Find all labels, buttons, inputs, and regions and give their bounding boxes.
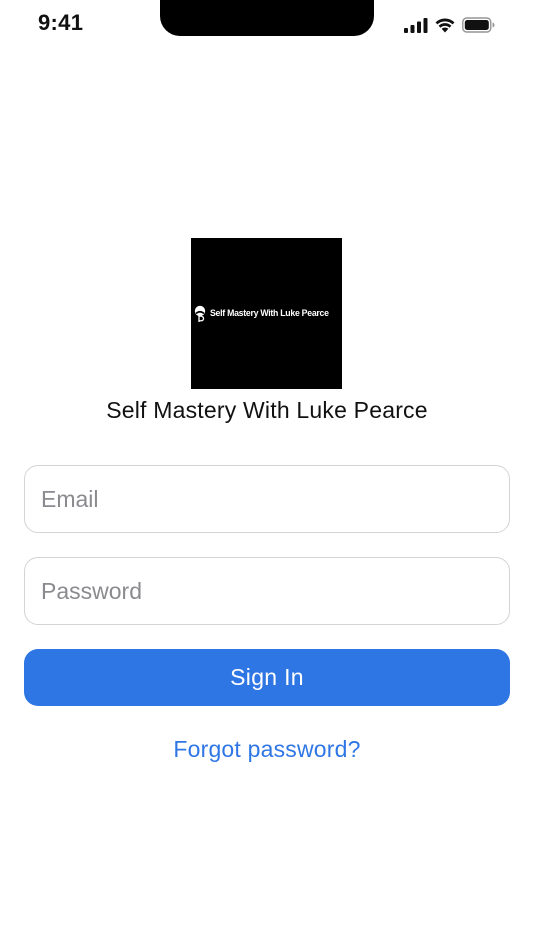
email-field[interactable] [24,465,510,533]
wifi-icon [434,17,456,33]
password-field[interactable] [24,557,510,625]
logo-text: Self Mastery With Luke Pearce [210,308,330,319]
logo-mark-icon [195,305,206,322]
cellular-signal-icon [404,17,428,33]
status-time: 9:41 [38,10,84,35]
status-icons [404,14,496,36]
app-title: Self Mastery With Luke Pearce [106,397,428,423]
app-logo: Self Mastery With Luke Pearce [191,238,342,389]
status-bar: 9:41 [0,0,534,50]
forgot-password-link[interactable]: Forgot password? [0,736,534,763]
login-screen: 9:41 Self Mastery With Luke Pearce Self … [0,0,534,950]
sign-in-button[interactable]: Sign In [24,649,510,706]
battery-icon [462,17,496,33]
device-notch [160,0,374,36]
